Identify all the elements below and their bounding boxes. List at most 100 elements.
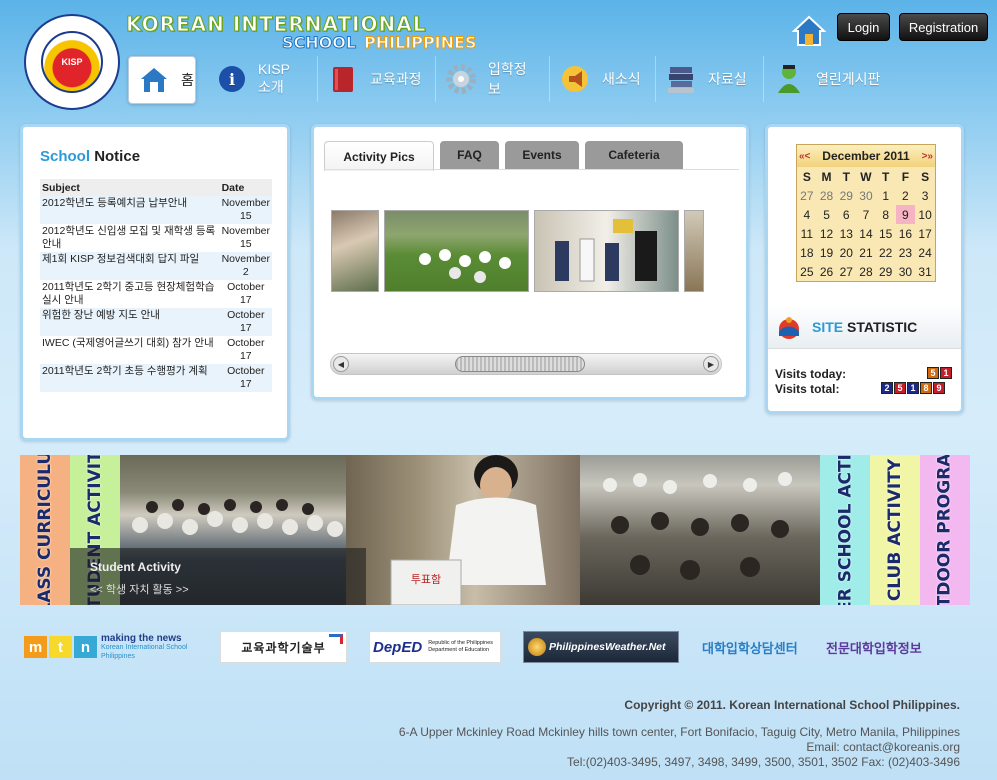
calendar-day[interactable]: 28: [817, 186, 837, 205]
notice-row[interactable]: IWEC (국제영어글쓰기 대회) 참가 안내 October 17: [40, 336, 272, 364]
college-admission-info-link[interactable]: 전문대학입학정보: [826, 631, 942, 663]
banner-outdoor-programs[interactable]: OUTDOOR PROGRAMS: [920, 455, 970, 605]
calendar-day[interactable]: 4: [797, 205, 817, 224]
tab-faq[interactable]: FAQ: [440, 141, 499, 169]
calendar-day[interactable]: 25: [797, 262, 817, 281]
weather-sun-icon: [528, 638, 546, 656]
calendar-day[interactable]: 26: [817, 262, 837, 281]
home-icon: [139, 65, 169, 95]
admission-consulting-link[interactable]: 대학입학상담센터: [702, 631, 806, 663]
calendar-weekday: S: [921, 169, 930, 184]
calendar-day[interactable]: 19: [817, 243, 837, 262]
notice-row[interactable]: 2011학년도 2학기 초등 수행평가 계획 October 17: [40, 364, 272, 392]
notice-row[interactable]: 위험한 장난 예방 지도 안내 October 17: [40, 308, 272, 336]
calendar-day[interactable]: 29: [876, 262, 896, 281]
activity-photo-1[interactable]: [331, 210, 379, 292]
calendar-day[interactable]: 7: [856, 205, 876, 224]
calendar-day[interactable]: 11: [797, 224, 817, 243]
calendar-day[interactable]: 30: [856, 186, 876, 205]
calendar-day-today[interactable]: 9: [895, 205, 916, 224]
calendar-day[interactable]: 22: [876, 243, 896, 262]
calendar-day[interactable]: 12: [817, 224, 837, 243]
deped-logo[interactable]: DepED Republic of the Philippines Departm…: [369, 631, 501, 663]
nav-news[interactable]: 새소식: [550, 56, 656, 102]
brand-title-school[interactable]: SCHOOL: [281, 33, 356, 53]
philippines-weather-logo[interactable]: PhilippinesWeather.Net: [523, 631, 679, 663]
calendar-day[interactable]: 17: [915, 224, 935, 243]
notice-subject-link[interactable]: IWEC (국제영어글쓰기 대회) 참가 안내: [40, 336, 220, 364]
activity-photo-4[interactable]: [684, 210, 704, 292]
calendar-day[interactable]: 27: [797, 186, 817, 205]
activity-photo-2[interactable]: [384, 210, 529, 292]
notice-subject-link[interactable]: 2012학년도 신입생 모집 및 재학생 등록 안내: [40, 224, 220, 252]
photo-scrollbar[interactable]: ◀ ▶: [330, 353, 722, 375]
calendar-day[interactable]: 13: [836, 224, 856, 243]
scroll-right-icon[interactable]: ▶: [703, 356, 719, 372]
calendar-grid: SMTWTFS 27 28 29 30 1 2 3 4 5 6 7 8 9 10 11 12 13 14 15 16 1…: [797, 167, 935, 281]
nav-news-label: 새소식: [602, 71, 641, 87]
calendar-day[interactable]: 3: [915, 186, 935, 205]
calendar-day[interactable]: 8: [876, 205, 896, 224]
notice-subject-link[interactable]: 2011학년도 2학기 중고등 현장체험학습 실시 안내: [40, 280, 220, 308]
scroll-left-icon[interactable]: ◀: [333, 356, 349, 372]
brand-title-philippines[interactable]: PHILIPPINES: [363, 33, 476, 53]
nav-curriculum[interactable]: 교육과정: [318, 56, 436, 102]
notice-subject-link[interactable]: 2011학년도 2학기 초등 수행평가 계획: [40, 364, 220, 392]
counter-digit: 1: [940, 367, 952, 379]
calendar-day[interactable]: 6: [836, 205, 856, 224]
notice-row[interactable]: 2012학년도 등록예치금 납부안내 November 15: [40, 196, 272, 224]
school-logo[interactable]: KISP: [24, 14, 120, 110]
calendar-day[interactable]: 23: [896, 243, 916, 262]
notice-row[interactable]: 2012학년도 신입생 모집 및 재학생 등록 안내 November 15: [40, 224, 272, 252]
banner-after-school-activity[interactable]: AFTER SCHOOL ACTIVITY: [820, 455, 870, 605]
nav-resources[interactable]: 자료실: [656, 56, 764, 102]
calendar-day[interactable]: 21: [856, 243, 876, 262]
visits-today-counter: 51: [927, 367, 952, 379]
calendar-day[interactable]: 20: [836, 243, 856, 262]
ministry-education-logo[interactable]: 교육과학기술부: [220, 631, 347, 663]
banner-club-activity[interactable]: CLUB ACTIVITY: [870, 455, 920, 605]
calendar-day[interactable]: 14: [856, 224, 876, 243]
calendar-day[interactable]: 28: [856, 262, 876, 281]
scroll-thumb[interactable]: [455, 356, 585, 372]
calendar-day[interactable]: 5: [817, 205, 837, 224]
tab-cafeteria[interactable]: Cafeteria: [585, 141, 683, 169]
nav-home[interactable]: 홈: [128, 56, 196, 104]
home-icon[interactable]: [791, 14, 827, 48]
megaphone-icon: [560, 64, 590, 94]
calendar-day[interactable]: 16: [896, 224, 916, 243]
notice-row[interactable]: 제1회 KISP 정보검색대회 답지 파일 November 2: [40, 252, 272, 280]
calendar-day[interactable]: 31: [915, 262, 935, 281]
calendar-day[interactable]: 15: [876, 224, 896, 243]
nav-board[interactable]: 열린게시판: [764, 56, 902, 102]
calendar-day[interactable]: 30: [896, 262, 916, 281]
calendar-day[interactable]: 18: [797, 243, 817, 262]
tab-events[interactable]: Events: [505, 141, 579, 169]
notice-subject-link[interactable]: 2012학년도 등록예치금 납부안내: [40, 196, 220, 224]
notice-row[interactable]: 2011학년도 2학기 중고등 현장체험학습 실시 안내 October 17: [40, 280, 272, 308]
notice-date: October 17: [219, 308, 272, 336]
calendar-day[interactable]: 2: [896, 186, 916, 205]
calendar-day[interactable]: 1: [876, 186, 896, 205]
visits-total-label: Visits total:: [775, 382, 840, 396]
nav-admission[interactable]: 입학정보: [436, 56, 550, 102]
banner-photo-meal[interactable]: [580, 455, 820, 605]
tab-activity-pics[interactable]: Activity Pics: [324, 141, 434, 171]
activity-photo-3[interactable]: [534, 210, 679, 292]
calendar-next-button[interactable]: >»: [922, 151, 933, 162]
banner-photo-vote[interactable]: 투표함: [346, 455, 580, 605]
calendar-day[interactable]: 29: [836, 186, 856, 205]
mtn-logo[interactable]: m t n making the news Korean Internation…: [24, 631, 196, 663]
banner-class-curriculum[interactable]: CLASS CURRICULUM: [20, 455, 70, 605]
calendar-day[interactable]: 24: [915, 243, 935, 262]
notice-subject-link[interactable]: 제1회 KISP 정보검색대회 답지 파일: [40, 252, 220, 280]
calendar-prev-button[interactable]: «<: [799, 151, 810, 162]
registration-button[interactable]: Registration: [899, 13, 988, 41]
login-button[interactable]: Login: [837, 13, 890, 41]
nav-about[interactable]: i KISP 소개: [196, 56, 318, 102]
footer-email[interactable]: Email: contact@koreanis.org: [806, 740, 960, 754]
calendar-day[interactable]: 10: [915, 205, 935, 224]
calendar-week: 18 19 20 21 22 23 24: [797, 243, 935, 262]
calendar-day[interactable]: 27: [836, 262, 856, 281]
notice-subject-link[interactable]: 위험한 장난 예방 지도 안내: [40, 308, 220, 336]
